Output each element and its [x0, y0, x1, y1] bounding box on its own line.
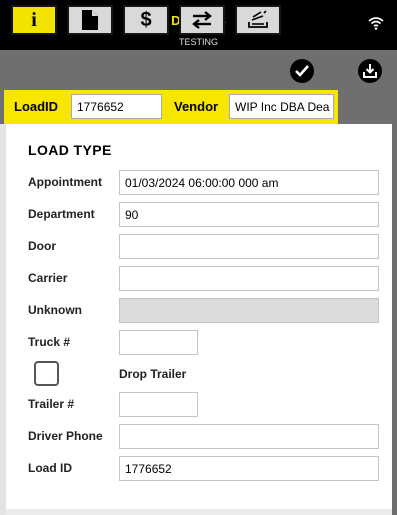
swap-arrows-icon [192, 11, 212, 29]
driver-phone-label: Driver Phone [28, 429, 103, 443]
carrier-label: Carrier [28, 271, 68, 285]
stack-signature-icon [248, 10, 268, 28]
drop-trailer-label: Drop Trailer [119, 367, 187, 381]
door-label: Door [28, 239, 56, 253]
app-window: DETAILS TESTING i $ [0, 0, 397, 515]
page-subtitle: TESTING [178, 37, 218, 47]
load-id-bar: LoadID 1776652 Vendor WIP Inc DBA Dea [0, 90, 397, 124]
load-id-form-field[interactable]: 1776652 [119, 456, 379, 481]
trailer-number-label: Trailer # [28, 397, 75, 411]
info-icon: i [31, 8, 37, 31]
appointment-field[interactable]: 01/03/2024 06:00:00 000 am [119, 170, 379, 195]
unknown-label: Unknown [28, 303, 82, 317]
trailer-number-field[interactable] [119, 392, 198, 417]
dollar-icon: $ [140, 8, 152, 31]
tab-document[interactable] [67, 5, 113, 35]
load-id-label: LoadID [14, 99, 59, 114]
truck-number-field[interactable] [119, 330, 198, 355]
content-edge [392, 124, 397, 515]
driver-phone-field[interactable] [119, 424, 379, 449]
document-icon [82, 10, 98, 30]
download-tray-icon[interactable] [358, 59, 382, 83]
truck-number-label: Truck # [28, 335, 71, 349]
wifi-icon [368, 17, 384, 30]
panel-footer-strip [6, 509, 392, 515]
tab-transfer[interactable] [179, 5, 225, 35]
vendor-field[interactable]: WIP Inc DBA Dea [229, 94, 334, 119]
tab-stack[interactable] [235, 5, 281, 35]
tab-info[interactable]: i [11, 5, 57, 35]
section-title: LOAD TYPE [28, 142, 112, 158]
load-id-form-label: Load ID [28, 461, 72, 475]
load-id-field[interactable]: 1776652 [71, 94, 162, 119]
drop-trailer-checkbox[interactable] [34, 361, 59, 386]
vendor-label: Vendor [174, 99, 219, 114]
department-field[interactable]: 90 [119, 202, 379, 227]
toolbar [0, 50, 397, 90]
carrier-field[interactable] [119, 266, 379, 291]
unknown-field [119, 298, 379, 323]
tab-charges[interactable]: $ [123, 5, 169, 35]
door-field[interactable] [119, 234, 379, 259]
department-label: Department [28, 207, 95, 221]
checkmark-circle-icon[interactable] [290, 59, 314, 83]
appointment-label: Appointment [28, 175, 102, 189]
